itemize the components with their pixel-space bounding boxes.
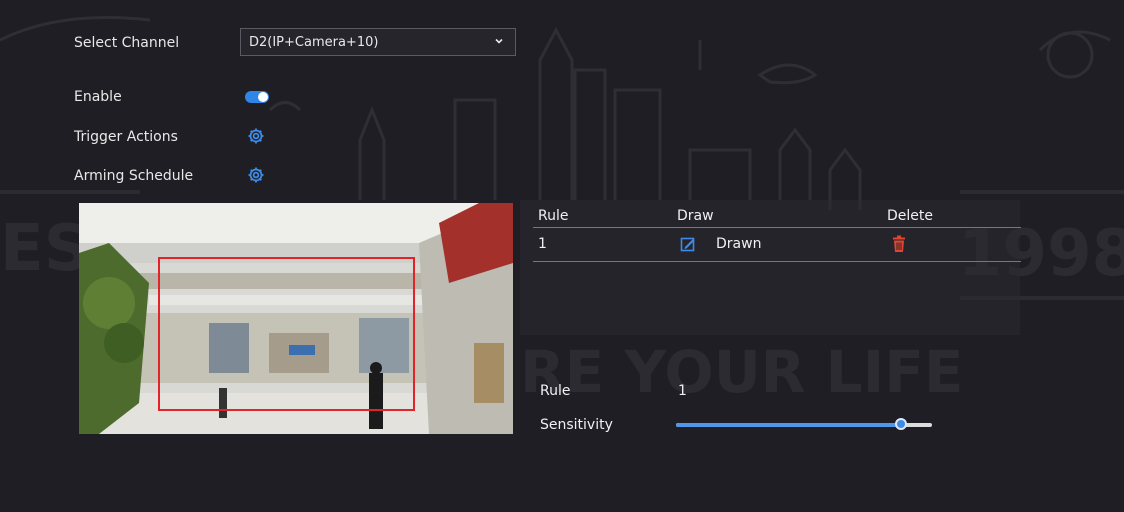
gear-icon[interactable] — [247, 127, 265, 145]
draw-status: Drawn — [716, 236, 762, 252]
sensitivity-label: Sensitivity — [540, 417, 613, 433]
arming-schedule-label: Arming Schedule — [74, 168, 194, 184]
table-row-divider — [533, 261, 1021, 262]
channel-select-value: D2(IP+Camera+10) — [249, 35, 379, 50]
rule-number: 1 — [538, 236, 547, 252]
sensitivity-slider[interactable] — [676, 418, 932, 430]
chevron-down-icon — [495, 38, 503, 44]
delete-column-header: Delete — [887, 208, 933, 224]
enable-label: Enable — [74, 89, 122, 105]
trash-icon[interactable] — [891, 235, 907, 253]
channel-select[interactable]: D2(IP+Camera+10) — [240, 28, 516, 56]
enable-toggle[interactable] — [245, 91, 269, 103]
sensitivity-slider-fill — [676, 423, 901, 427]
rule-label: Rule — [540, 383, 571, 399]
trigger-actions-label: Trigger Actions — [74, 129, 178, 145]
draw-column-header: Draw — [677, 208, 714, 224]
table-header-divider — [533, 227, 1021, 228]
sensitivity-slider-handle[interactable] — [895, 418, 907, 430]
select-channel-label: Select Channel — [74, 35, 180, 51]
rule-value: 1 — [678, 383, 687, 399]
gear-icon[interactable] — [247, 166, 265, 184]
camera-preview[interactable] — [79, 203, 513, 434]
svg-text:RE YOUR LIFE: RE YOUR LIFE — [520, 338, 963, 406]
edit-icon[interactable] — [680, 236, 696, 252]
rule-column-header: Rule — [538, 208, 569, 224]
camera-preview-image — [79, 203, 513, 434]
